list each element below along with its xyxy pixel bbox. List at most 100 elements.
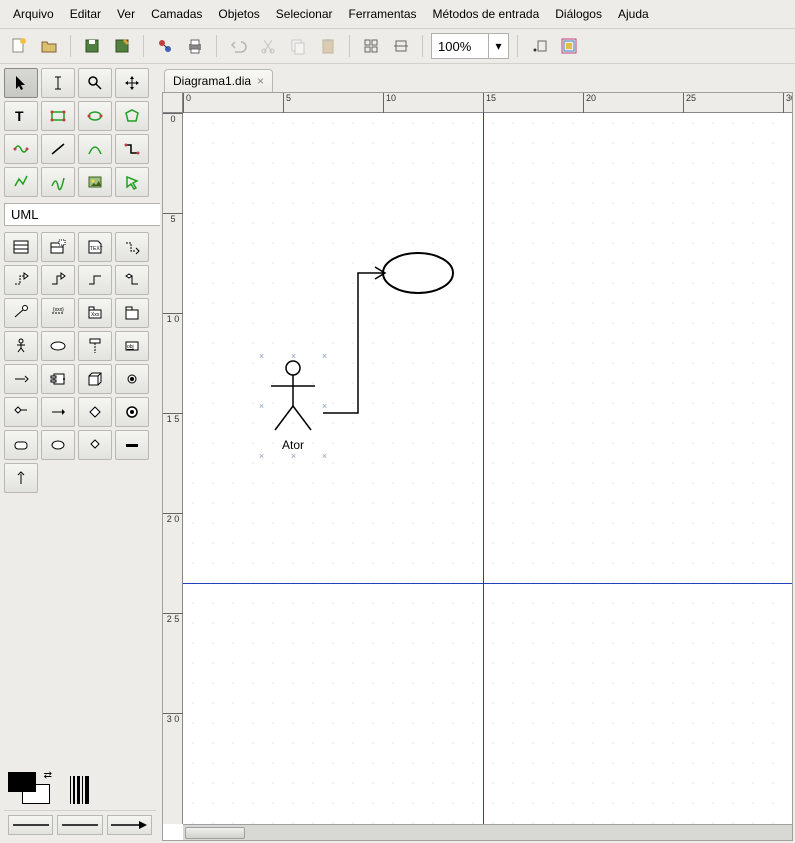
zoom-tool[interactable] <box>78 68 112 98</box>
selection-handle[interactable]: × <box>321 353 328 360</box>
vertical-guide[interactable] <box>483 113 484 824</box>
uml-generalize-tool[interactable] <box>41 265 75 295</box>
uml-implements-tool[interactable] <box>4 298 38 328</box>
arc-tool[interactable] <box>78 134 112 164</box>
menu-selecionar[interactable]: Selecionar <box>269 4 340 24</box>
uml-message-tool[interactable] <box>4 364 38 394</box>
uml-initial-tool[interactable] <box>115 364 149 394</box>
layers-button[interactable] <box>556 33 582 59</box>
document-tab[interactable]: Diagrama1.dia × <box>164 69 273 92</box>
zoom-dropdown-icon[interactable]: ▾ <box>488 34 508 58</box>
menu-objetos[interactable]: Objetos <box>211 4 266 24</box>
undo-button[interactable] <box>225 33 251 59</box>
uml-class-tool[interactable] <box>4 232 38 262</box>
diagram-viewport[interactable]: Ator × × × × × × × × <box>183 113 792 824</box>
uml-smallpackage-tool[interactable]: Xxx <box>78 298 112 328</box>
ellipse-tool[interactable] <box>78 101 112 131</box>
selection-handle[interactable]: × <box>321 453 328 460</box>
pointer-tool[interactable] <box>4 68 38 98</box>
bezier-tool[interactable] <box>41 167 75 197</box>
uml-realize-tool[interactable] <box>4 265 38 295</box>
line-tool[interactable] <box>41 134 75 164</box>
scrollbar-thumb[interactable] <box>185 827 245 839</box>
export-button[interactable] <box>152 33 178 59</box>
selection-handle[interactable]: × <box>290 453 297 460</box>
grid-button[interactable] <box>358 33 384 59</box>
snap-button[interactable] <box>388 33 414 59</box>
paste-button[interactable] <box>315 33 341 59</box>
uml-state-tool[interactable] <box>4 430 38 460</box>
actor-shape[interactable] <box>263 358 323 441</box>
menu-ajuda[interactable]: Ajuda <box>611 4 656 24</box>
uml-association-tool[interactable] <box>78 265 112 295</box>
sheet-selector[interactable]: ▾ <box>4 203 156 226</box>
uml-component-tool[interactable] <box>41 364 75 394</box>
outline-tool[interactable] <box>115 167 149 197</box>
new-button[interactable] <box>6 33 32 59</box>
selection-handle[interactable]: × <box>290 353 297 360</box>
uml-branch-tool[interactable] <box>78 397 112 427</box>
line-width-preview[interactable] <box>70 772 89 804</box>
swap-colors-icon[interactable]: ⇄ <box>44 770 52 781</box>
open-button[interactable] <box>36 33 62 59</box>
vertical-ruler[interactable]: 0 5 1 0 1 5 2 0 2 5 3 0 <box>163 113 183 824</box>
zoom-combo[interactable]: ▾ <box>431 33 509 59</box>
text-edit-tool[interactable] <box>41 68 75 98</box>
menu-editar[interactable]: Editar <box>63 4 108 24</box>
fg-color[interactable] <box>8 772 36 792</box>
uml-lifeline-tool[interactable] <box>78 331 112 361</box>
uml-activity-tool[interactable] <box>41 430 75 460</box>
beziergon-tool[interactable] <box>4 134 38 164</box>
uml-aggregate-tool[interactable] <box>115 265 149 295</box>
menu-dialogos[interactable]: Diálogos <box>548 4 609 24</box>
selection-handle[interactable]: × <box>321 403 328 410</box>
menu-camadas[interactable]: Camadas <box>144 4 209 24</box>
save-as-button[interactable] <box>109 33 135 59</box>
fg-bg-swatch[interactable]: ⇄ <box>8 772 50 804</box>
zigzag-tool[interactable] <box>115 134 149 164</box>
end-arrow-selector[interactable] <box>107 815 152 835</box>
menu-arquivo[interactable]: Arquivo <box>6 4 61 24</box>
box-tool[interactable] <box>41 101 75 131</box>
line-style-selector[interactable] <box>57 815 102 835</box>
copy-button[interactable] <box>285 33 311 59</box>
uml-node-tool[interactable] <box>78 364 112 394</box>
actor-label[interactable]: Ator <box>268 438 318 452</box>
snap-object-button[interactable] <box>526 33 552 59</box>
selection-handle[interactable]: × <box>258 403 265 410</box>
horizontal-scrollbar[interactable] <box>183 824 792 840</box>
text-tool[interactable]: T <box>4 101 38 131</box>
print-button[interactable] <box>182 33 208 59</box>
tab-close-icon[interactable]: × <box>257 74 264 88</box>
uml-usecase-tool[interactable] <box>41 331 75 361</box>
uml-transition-tool[interactable] <box>41 397 75 427</box>
polyline-tool[interactable] <box>4 167 38 197</box>
selection-handle[interactable]: × <box>258 453 265 460</box>
image-tool[interactable] <box>78 167 112 197</box>
uml-classicon-tool[interactable] <box>115 397 149 427</box>
menu-ver[interactable]: Ver <box>110 4 142 24</box>
zoom-input[interactable] <box>432 36 488 57</box>
scroll-tool[interactable] <box>115 68 149 98</box>
uml-fork-tool[interactable] <box>78 430 112 460</box>
menu-metodos[interactable]: Métodos de entrada <box>426 4 547 24</box>
uml-send-signal-tool[interactable] <box>4 397 38 427</box>
menu-ferramentas[interactable]: Ferramentas <box>341 4 423 24</box>
polygon-tool[interactable] <box>115 101 149 131</box>
start-arrow-selector[interactable] <box>8 815 53 835</box>
horizontal-guide[interactable] <box>183 583 792 584</box>
save-button[interactable] <box>79 33 105 59</box>
selection-handle[interactable]: × <box>258 353 265 360</box>
cut-button[interactable] <box>255 33 281 59</box>
uml-largepackage-tool[interactable] <box>115 298 149 328</box>
uml-note-tool[interactable]: TEXT <box>78 232 112 262</box>
uml-dependency-tool[interactable] <box>115 232 149 262</box>
uml-object-tool[interactable]: obj <box>115 331 149 361</box>
uml-vertical-tool[interactable] <box>4 463 38 493</box>
uml-constraint-tool[interactable]: {xxx} <box>41 298 75 328</box>
uml-class-template-tool[interactable] <box>41 232 75 262</box>
uml-actor-tool[interactable] <box>4 331 38 361</box>
horizontal-ruler[interactable]: 0 5 10 15 20 25 30 <box>183 93 792 113</box>
connector-line[interactable] <box>313 263 393 423</box>
uml-bar-tool[interactable] <box>115 430 149 460</box>
